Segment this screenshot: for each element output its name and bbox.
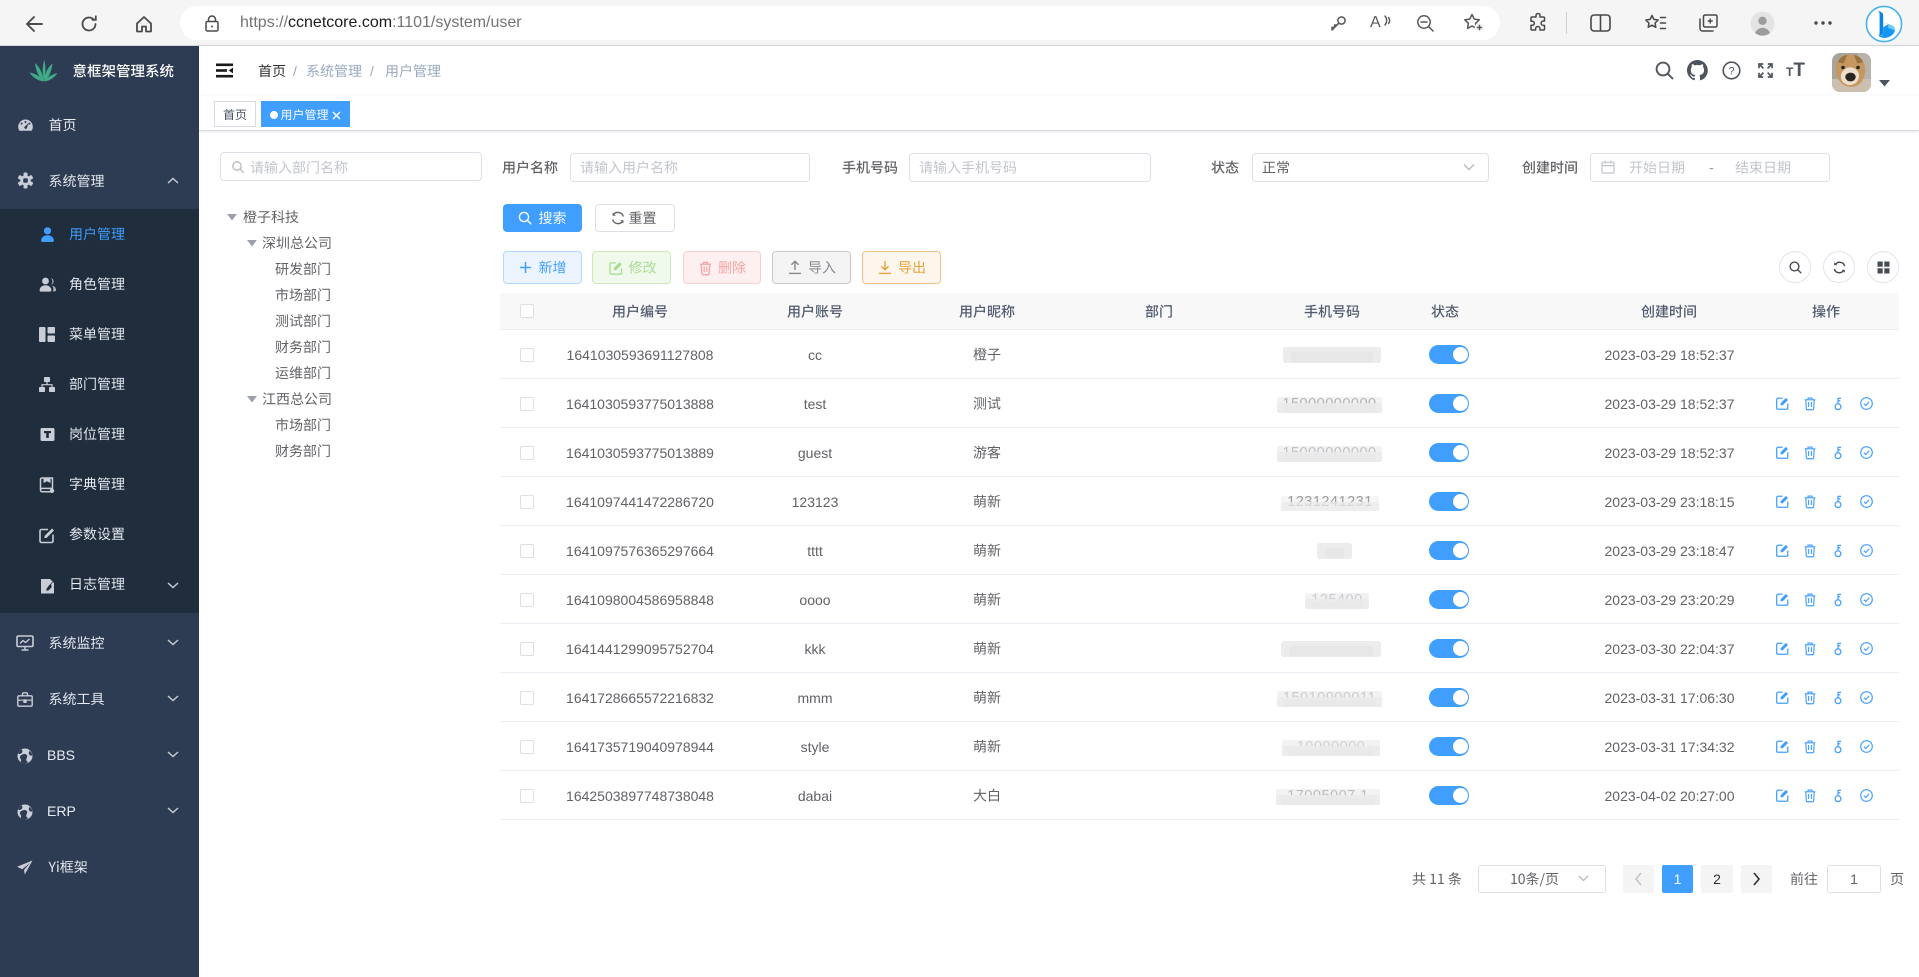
svg-text:?: ? (1728, 65, 1734, 77)
